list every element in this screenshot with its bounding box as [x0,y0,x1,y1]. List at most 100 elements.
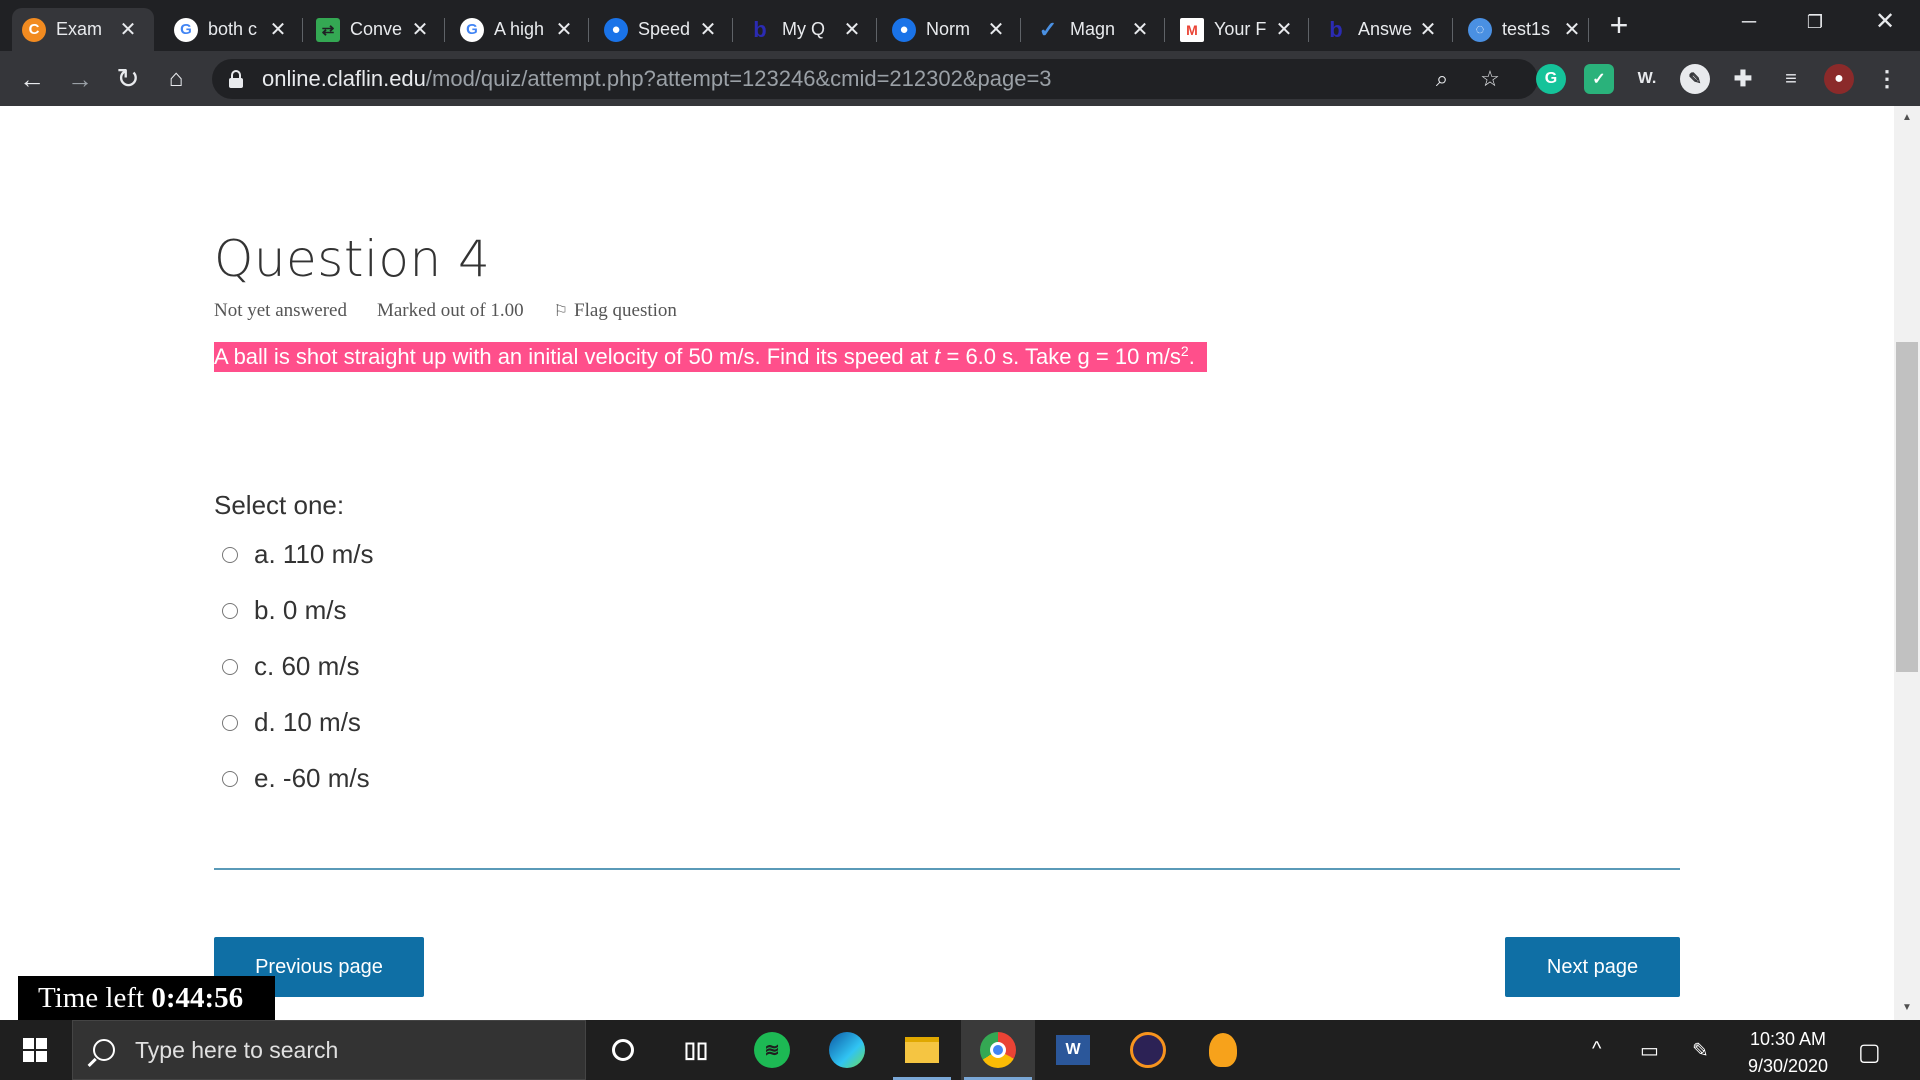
radio-button[interactable] [222,546,238,563]
close-icon[interactable]: ✕ [1418,17,1438,42]
tab-separator [876,18,877,42]
windows-logo-icon [23,1038,47,1062]
scroll-down-arrow-icon[interactable]: ▼ [1894,996,1920,1020]
radio-button[interactable] [222,770,238,787]
tab-title: Conve [350,19,403,39]
tab-a-high[interactable]: G A high ✕ [450,8,584,51]
word-icon[interactable]: W [1053,1030,1093,1070]
spotify-icon[interactable]: ≋ [752,1030,792,1070]
answer-option-d[interactable]: d. 10 m/s [222,707,361,738]
media-queue-icon[interactable]: ≡ [1776,64,1806,94]
tab-title: A high [494,19,545,39]
new-tab-button[interactable]: + [1603,9,1635,42]
divider [214,868,1680,870]
scroll-thumb[interactable] [1896,342,1918,672]
chevron-up-icon[interactable]: ^ [1592,1038,1601,1061]
url-text[interactable]: online.claflin.edu/mod/quiz/attempt.php?… [262,66,1052,92]
close-icon[interactable]: ✕ [1274,17,1294,42]
cortana-icon[interactable] [603,1030,643,1070]
answer-option-label: e. -60 m/s [254,763,370,793]
answer-option-label: a. 110 m/s [254,539,374,569]
fl-studio-icon[interactable] [1203,1030,1243,1070]
checkmark-icon: ✓ [1038,16,1058,42]
notifications-icon[interactable]: ▢ [1858,1038,1881,1067]
extension-check-icon[interactable]: ✓ [1584,64,1614,94]
star-icon[interactable]: ☆ [1478,67,1502,91]
start-button[interactable] [0,1020,70,1080]
pen-icon[interactable]: ✎ [1692,1038,1709,1063]
close-icon[interactable]: ✕ [410,17,430,42]
radio-button[interactable] [222,714,238,731]
question-marks: Marked out of 1.00 [376,300,524,321]
tab-speed[interactable]: ● Speed ✕ [594,8,728,51]
grammarly-icon[interactable]: G [1536,64,1566,94]
clock-date: 9/30/2020 [1747,1056,1829,1076]
scrollbar[interactable]: ▲ ▼ [1894,106,1920,1020]
answer-option-b[interactable]: b. 0 m/s [222,595,346,626]
eclipse-icon[interactable] [1128,1030,1168,1070]
tab-exam[interactable]: C Exam ✕ [12,8,154,51]
chrome-icon[interactable] [978,1030,1018,1070]
extensions-puzzle-icon[interactable]: ✚ [1728,64,1758,94]
tab-test1s[interactable]: ◌ test1s ✕ [1458,8,1592,51]
radio-button[interactable] [222,658,238,675]
tab-both[interactable]: G both c ✕ [164,8,298,51]
tab-magn[interactable]: ✓ Magn ✕ [1026,8,1160,51]
close-icon[interactable]: ✕ [118,17,138,42]
system-clock[interactable]: 10:30 AM 9/30/2020 [1736,1026,1840,1080]
answer-option-a[interactable]: a. 110 m/s [222,539,373,570]
task-view-icon[interactable]: ▯▯ [676,1030,716,1070]
file-explorer-icon[interactable] [902,1030,942,1070]
tab-title: test1s [1502,19,1551,39]
tab-answer[interactable]: b Answe ✕ [1314,8,1448,51]
close-icon[interactable]: ✕ [268,17,288,42]
avatar[interactable]: ● [1824,64,1854,94]
restore-icon[interactable]: ❐ [1786,0,1844,44]
answer-option-e[interactable]: e. -60 m/s [222,763,370,794]
answer-option-c[interactable]: c. 60 m/s [222,651,359,682]
lock-icon[interactable] [228,70,244,88]
wordtune-icon[interactable]: W. [1632,64,1662,94]
tab-title: Answe [1358,19,1413,39]
tab-my-q[interactable]: b My Q ✕ [738,8,872,51]
converter-icon: ⇄ [316,17,340,42]
tab-norm[interactable]: ● Norm ✕ [882,8,1016,51]
close-icon[interactable]: ✕ [1130,17,1150,42]
quiz-timer: Time left 0:44:56 [18,976,275,1020]
tab-converter[interactable]: ⇄ Conve ✕ [306,8,440,51]
question-text-part: . [1188,344,1195,369]
close-icon[interactable]: ✕ [698,17,718,42]
radio-button[interactable] [222,602,238,619]
close-icon[interactable]: ✕ [554,17,574,42]
close-icon[interactable]: ✕ [1562,17,1582,42]
taskbar-search-box[interactable]: Type here to search [72,1020,586,1080]
extension-circle-icon[interactable]: ✎ [1680,64,1710,94]
address-bar[interactable]: online.claflin.edu/mod/quiz/attempt.php?… [212,59,1538,99]
back-arrow-icon[interactable]: ← [14,61,50,97]
close-icon[interactable]: ✕ [842,17,862,42]
next-page-button[interactable]: Next page [1505,937,1680,997]
google-icon: G [174,17,198,42]
menu-icon[interactable]: ⋮ [1872,64,1902,94]
window-close-icon[interactable]: ✕ [1856,0,1914,44]
bartleby-icon: b [1329,16,1343,42]
physics-icon: ● [892,17,916,42]
edge-icon[interactable] [827,1030,867,1070]
close-icon[interactable]: ✕ [986,17,1006,42]
battery-icon[interactable]: ▭ [1640,1038,1659,1063]
select-one-label: Select one: [214,490,345,520]
tab-title: Your F [1214,19,1267,39]
scroll-up-arrow-icon[interactable]: ▲ [1894,106,1920,130]
forward-arrow-icon[interactable]: → [62,61,98,97]
clock-time: 10:30 AM [1749,1029,1827,1049]
zoom-icon[interactable]: ⌕ [1430,67,1454,91]
tab-your-f[interactable]: M Your F ✕ [1170,8,1304,51]
question-status: Not yet answered [214,300,347,321]
tab-title: Magn [1070,19,1116,39]
minimize-icon[interactable]: ─ [1720,0,1778,44]
physics-icon: ● [604,17,628,42]
reload-icon[interactable]: ↻ [110,61,146,97]
flag-question-link[interactable]: ⚐ Flag question [554,300,677,322]
flag-icon: ⚐ [553,303,569,320]
home-icon[interactable]: ⌂ [158,61,194,97]
